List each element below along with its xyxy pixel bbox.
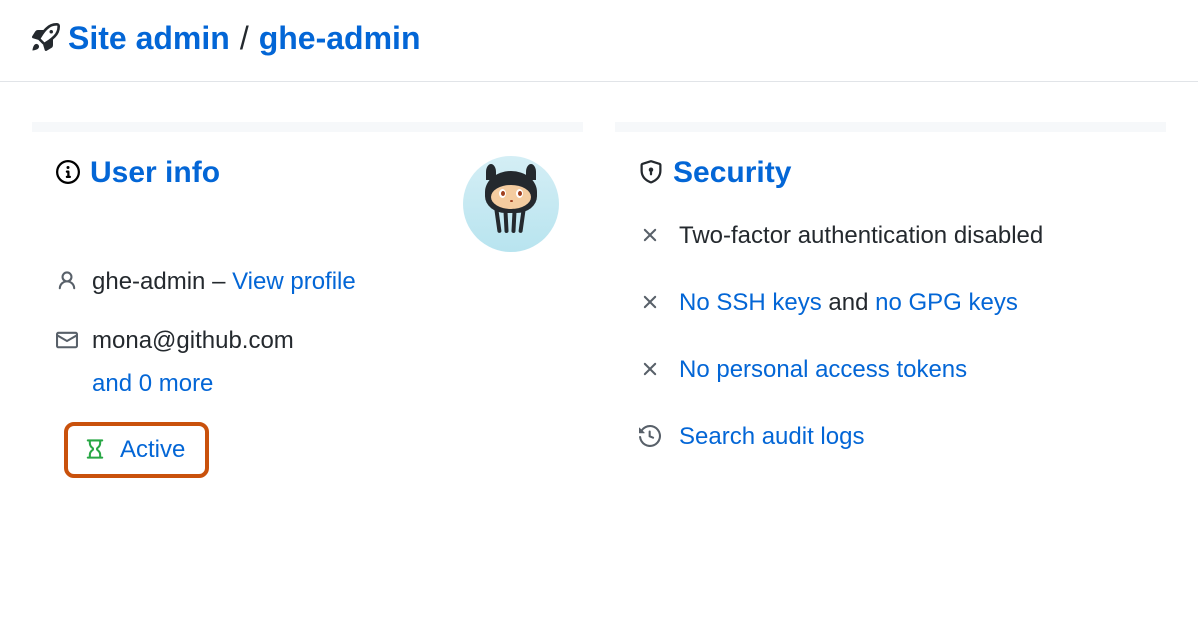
info-icon — [56, 160, 80, 187]
hourglass-icon — [84, 438, 106, 463]
user-info-title[interactable]: User info — [90, 156, 220, 190]
x-icon — [639, 285, 661, 324]
avatar — [463, 156, 559, 252]
history-icon — [639, 419, 661, 458]
rocket-icon — [32, 23, 60, 54]
audit-link[interactable]: Search audit logs — [679, 419, 864, 455]
panel-bar — [32, 122, 583, 132]
mail-icon — [56, 323, 78, 362]
ssh-keys-link[interactable]: No SSH keys — [679, 289, 822, 316]
username-dash: – — [205, 268, 232, 295]
pat-row: No personal access tokens — [639, 352, 1142, 391]
more-emails-link[interactable]: and 0 more — [92, 370, 213, 397]
status-highlight: Active — [64, 422, 209, 478]
x-icon — [639, 352, 661, 391]
breadcrumb-user[interactable]: ghe-admin — [259, 20, 421, 57]
user-info-panel: User info — [32, 122, 583, 486]
person-icon — [56, 264, 78, 303]
panel-bar — [615, 122, 1166, 132]
breadcrumb: Site admin / ghe-admin — [0, 0, 1198, 82]
pat-link[interactable]: No personal access tokens — [679, 352, 967, 388]
email-text: mona@github.com — [92, 323, 294, 359]
username-text: ghe-admin — [92, 268, 205, 295]
two-factor-text: Two-factor authentication disabled — [679, 218, 1043, 254]
email-row: mona@github.com — [56, 323, 559, 362]
keys-row: No SSH keys and no GPG keys — [639, 285, 1142, 324]
gpg-keys-link[interactable]: no GPG keys — [875, 289, 1018, 316]
two-factor-row: Two-factor authentication disabled — [639, 218, 1142, 257]
breadcrumb-separator: / — [240, 20, 249, 57]
shield-icon — [639, 160, 663, 187]
audit-row: Search audit logs — [639, 419, 1142, 458]
username-row: ghe-admin – View profile — [56, 264, 559, 303]
x-icon — [639, 218, 661, 257]
security-title[interactable]: Security — [673, 156, 791, 190]
breadcrumb-site-admin[interactable]: Site admin — [68, 20, 230, 57]
security-panel: Security Two-factor authentication disab… — [615, 122, 1166, 486]
status-link[interactable]: Active — [120, 436, 185, 464]
and-text: and — [822, 289, 875, 316]
view-profile-link[interactable]: View profile — [232, 268, 356, 295]
